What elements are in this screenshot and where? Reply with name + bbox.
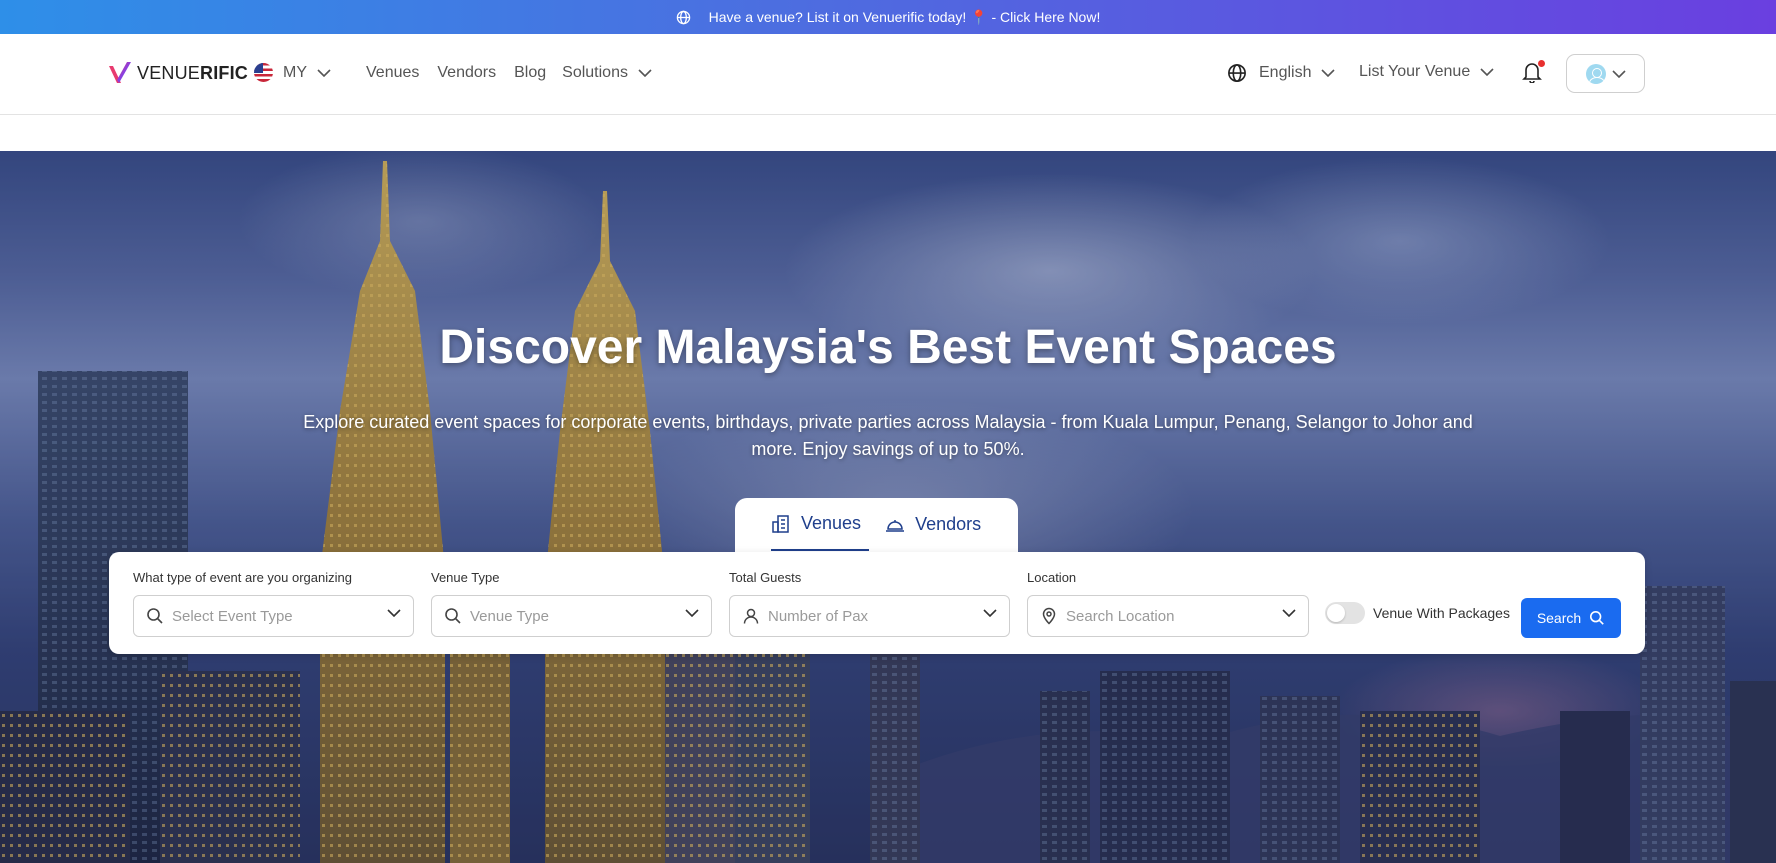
guests-field: Total Guests Number of Pax [729, 570, 1010, 637]
service-bell-icon [885, 515, 905, 535]
tab-venues[interactable]: Venues [771, 498, 870, 551]
guests-select[interactable]: Number of Pax [729, 595, 1010, 637]
guests-label: Total Guests [729, 570, 802, 585]
packages-toggle-wrap: Venue With Packages [1325, 602, 1510, 624]
search-button[interactable]: Search [1521, 598, 1621, 638]
nav-solutions-label: Solutions [562, 64, 628, 81]
site-header: VENUERIFIC MY Venues Vendors Blog Soluti… [0, 34, 1776, 115]
logo-mark-icon [109, 62, 131, 83]
search-icon [444, 607, 462, 625]
event-type-select[interactable]: Select Event Type [133, 595, 414, 637]
packages-toggle-label: Venue With Packages [1373, 605, 1510, 621]
us-flag-icon [254, 63, 273, 82]
logo-wordmark: VENUERIFIC [137, 62, 249, 83]
nav-solutions[interactable]: Solutions [562, 64, 652, 82]
chevron-down-icon [1611, 69, 1626, 78]
hero-subtitle: Explore curated event spaces for corpora… [303, 412, 1473, 459]
nav-blog[interactable]: Blog [514, 64, 546, 82]
country-selector[interactable]: MY [254, 63, 331, 82]
nav-vendors[interactable]: Vendors [437, 64, 496, 82]
list-your-venue-menu[interactable]: List Your Venue [1359, 63, 1494, 81]
language-label: English [1259, 64, 1312, 81]
search-icon [1589, 610, 1605, 626]
location-field: Location Search Location [1027, 570, 1309, 637]
location-input[interactable]: Search Location [1027, 595, 1309, 637]
location-label: Location [1027, 570, 1077, 585]
building-icon [771, 514, 791, 534]
location-placeholder: Search Location [1066, 607, 1175, 625]
search-button-label: Search [1536, 610, 1582, 626]
avatar [1585, 63, 1606, 84]
announcement-bar[interactable]: Have a venue? List it on Venuerific toda… [0, 0, 1776, 34]
chevron-down-icon [317, 68, 331, 77]
packages-toggle[interactable] [1325, 602, 1365, 624]
toggle-knob [1327, 604, 1345, 622]
tab-venues-label: Venues [801, 513, 862, 533]
tab-vendors[interactable]: Vendors [885, 498, 981, 551]
person-icon [742, 607, 760, 625]
notification-dot [1538, 60, 1545, 67]
list-your-venue-label: List Your Venue [1359, 63, 1471, 80]
chevron-down-icon [387, 609, 401, 617]
search-icon [146, 607, 164, 625]
venue-type-field: Venue Type Venue Type [431, 570, 712, 637]
globe-icon [676, 10, 691, 25]
chevron-down-icon [1282, 609, 1296, 617]
chevron-down-icon [983, 609, 997, 617]
search-panel: What type of event are you organizing Se… [109, 552, 1645, 654]
user-menu-button[interactable] [1566, 54, 1645, 93]
event-type-field: What type of event are you organizing Se… [133, 570, 414, 637]
guests-placeholder: Number of Pax [768, 607, 869, 625]
chevron-down-icon [1321, 69, 1336, 77]
main-nav: Venues Vendors Blog Solutions [366, 64, 652, 82]
event-type-label: What type of event are you organizing [133, 570, 352, 585]
venue-type-placeholder: Venue Type [470, 607, 549, 625]
country-code: MY [283, 63, 307, 81]
language-selector[interactable]: English [1227, 63, 1336, 83]
chevron-down-icon [685, 609, 699, 617]
map-pin-icon [1040, 607, 1058, 625]
chevron-down-icon [1480, 68, 1494, 76]
tab-vendors-label: Vendors [915, 514, 982, 534]
event-type-placeholder: Select Event Type [172, 607, 293, 625]
hero-title: Discover Malaysia's Best Event Spaces [439, 321, 1337, 374]
venue-type-select[interactable]: Venue Type [431, 595, 712, 637]
chevron-down-icon [638, 69, 652, 77]
nav-venues[interactable]: Venues [366, 64, 419, 82]
globe-icon [1227, 63, 1247, 83]
notifications-button[interactable] [1522, 60, 1545, 88]
venuerific-logo[interactable]: VENUERIFIC [107, 60, 248, 86]
venue-type-label: Venue Type [431, 570, 500, 585]
announcement-text[interactable]: Have a venue? List it on Venuerific toda… [709, 9, 1101, 26]
search-tabs: Venues Vendors [735, 498, 1018, 556]
